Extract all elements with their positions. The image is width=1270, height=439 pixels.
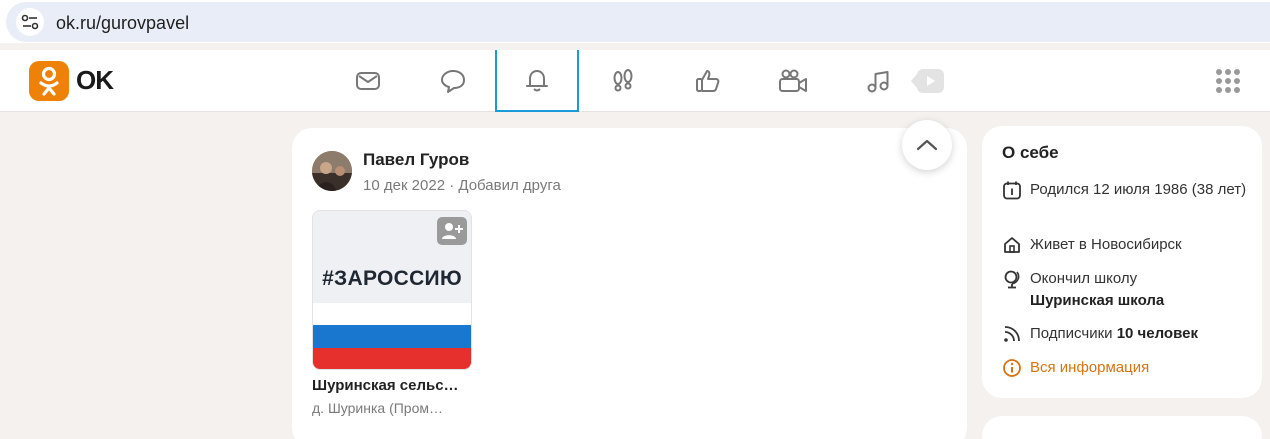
url-text[interactable]: ok.ru/gurovpavel bbox=[56, 13, 189, 34]
logo-text[interactable]: OK bbox=[76, 65, 114, 96]
flag-blue-stripe bbox=[313, 325, 471, 348]
about-city: Живет в Новосибирск bbox=[1002, 234, 1182, 256]
footprints-icon bbox=[613, 69, 633, 92]
group-thumb-text: #ЗАРОССИЮ bbox=[322, 267, 462, 290]
about-title: О себе bbox=[1002, 143, 1059, 162]
about-subscribers[interactable]: Подписчики 10 человек bbox=[1002, 323, 1198, 345]
nav-video[interactable] bbox=[751, 50, 835, 112]
school-label: Окончил школу bbox=[1030, 270, 1138, 287]
next-panel-card bbox=[982, 416, 1262, 439]
all-info-link[interactable]: Вся информация bbox=[1002, 357, 1149, 379]
info-icon bbox=[1003, 359, 1021, 377]
thumbs-up-icon bbox=[696, 70, 720, 92]
site-settings-icon[interactable] bbox=[16, 8, 44, 36]
birthday-text: Родился 12 июля 1986 (38 лет) bbox=[1030, 181, 1247, 198]
apps-grid-icon[interactable] bbox=[1215, 68, 1241, 94]
flag-white-stripe bbox=[313, 303, 471, 325]
feed-post-card: Павел Гуров 10 дек 2022 · Добавил друга … bbox=[292, 128, 967, 439]
nav-guests[interactable] bbox=[581, 50, 665, 112]
url-field[interactable]: ok.ru/gurovpavel bbox=[6, 2, 1270, 42]
avatar[interactable] bbox=[312, 151, 352, 191]
about-panel: О себе Родился 12 июля 1986 (38 лет) Жив… bbox=[982, 126, 1262, 398]
add-user-icon bbox=[442, 223, 463, 239]
scroll-up-button[interactable] bbox=[902, 120, 952, 170]
play-video-icon[interactable] bbox=[911, 69, 945, 98]
city-text: Живет в Новосибирск bbox=[1030, 236, 1182, 253]
bell-icon bbox=[526, 70, 548, 92]
globe-icon bbox=[1004, 270, 1020, 289]
group-location: д. Шуринка (Пром… bbox=[312, 400, 443, 416]
camera-icon bbox=[779, 69, 807, 92]
post-author[interactable]: Павел Гуров bbox=[363, 150, 469, 170]
school-name[interactable]: Шуринская школа bbox=[1030, 292, 1164, 309]
music-note-icon bbox=[867, 71, 889, 93]
group-name[interactable]: Шуринская сельс… bbox=[312, 377, 477, 394]
add-member-button[interactable] bbox=[437, 217, 467, 245]
nav-messages[interactable] bbox=[326, 50, 410, 112]
speech-bubble-icon bbox=[441, 70, 465, 93]
about-birthday: Родился 12 июля 1986 (38 лет) bbox=[1002, 179, 1252, 201]
nav-events[interactable] bbox=[666, 50, 750, 112]
subscribers-label: Подписчики bbox=[1030, 325, 1113, 342]
nav-music[interactable] bbox=[836, 50, 920, 112]
chevron-up-icon bbox=[916, 139, 938, 151]
all-info-text[interactable]: Вся информация bbox=[1030, 357, 1149, 379]
envelope-icon bbox=[356, 72, 380, 90]
rss-icon bbox=[1004, 326, 1020, 342]
nav-notifications[interactable] bbox=[495, 50, 579, 112]
home-icon bbox=[1004, 237, 1020, 253]
ok-logo-icon[interactable] bbox=[29, 61, 69, 101]
calendar-icon bbox=[1003, 181, 1021, 200]
flag-red-stripe bbox=[313, 348, 471, 369]
subscribers-count[interactable]: 10 человек bbox=[1117, 325, 1198, 342]
nav-discussions[interactable] bbox=[411, 50, 495, 112]
group-thumbnail[interactable]: #ЗАРОССИЮ bbox=[312, 210, 472, 370]
browser-address-bar: ok.ru/gurovpavel bbox=[0, 0, 1270, 43]
top-navigation: OK bbox=[0, 50, 1270, 112]
about-school: Окончил школу Шуринская школа bbox=[1002, 268, 1164, 312]
post-meta: 10 дек 2022 · Добавил друга bbox=[363, 177, 561, 194]
